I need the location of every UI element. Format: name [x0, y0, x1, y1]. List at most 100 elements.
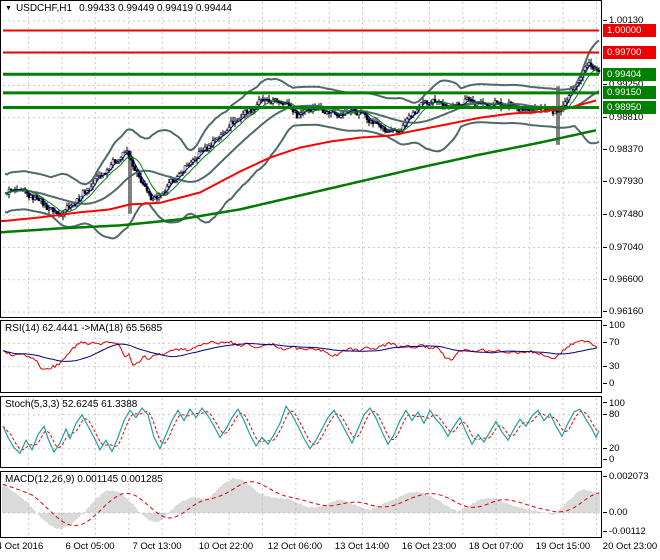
stoch-tick-label: 0 [603, 454, 614, 466]
candle-body [27, 193, 31, 198]
candle-body [587, 62, 591, 66]
candle-body [563, 101, 567, 106]
candle-body [191, 159, 195, 163]
candle-body [83, 190, 87, 194]
price-tick-label: 0.96160 [603, 306, 643, 318]
time-axis-label: 12 Oct 06:00 [267, 541, 323, 552]
candle-body [179, 172, 183, 175]
candle-body [147, 190, 151, 194]
candle-body [465, 97, 469, 100]
price-tick-label: 0.98370 [603, 144, 643, 156]
candle-body [43, 204, 47, 207]
price-level-badge: 1.00000 [603, 23, 656, 37]
candle-body [215, 137, 219, 140]
candle-body [387, 131, 391, 133]
chart-window: ▼ USDCHF,H1 0.99433 0.99449 0.99419 0.9944… [0, 0, 660, 560]
candle-body [193, 158, 197, 161]
macd-label: MACD(12,26,9) 0.001145 0.001285 [5, 474, 163, 485]
candle-body [301, 110, 305, 113]
candle-body [67, 205, 71, 208]
candle-body [141, 181, 145, 185]
candle-body [367, 119, 371, 123]
candle-body [397, 131, 401, 133]
candle-body [97, 175, 101, 177]
candle-body [385, 131, 389, 133]
candle-body [293, 110, 297, 113]
time-axis-label: 16 Oct 23:00 [401, 541, 457, 552]
time-axis-label: 7 Oct 13:00 [132, 541, 182, 552]
symbol-dropdown-icon[interactable]: ▼ [5, 5, 12, 12]
stoch-tick-label: 80 [603, 409, 620, 421]
candle-body [47, 208, 51, 211]
stoch-tick-label: 100 [603, 398, 625, 410]
time-axis-label: 6 Oct 05:00 [65, 541, 115, 552]
macd-tick-label: 0.00 [603, 507, 628, 519]
candle-body [229, 120, 233, 128]
candle-body [77, 198, 81, 201]
candle-body [277, 101, 281, 103]
macd-tick-label: -0.00112 [603, 526, 646, 538]
candle-body [221, 133, 225, 136]
candle-body [259, 98, 263, 101]
candle-body [107, 169, 111, 171]
candle-body [585, 64, 589, 68]
time-axis-label: 18 Oct 07:00 [468, 541, 524, 552]
price-tick-label: 0.97040 [603, 242, 643, 254]
time-axis-label: 19 Oct 15:00 [535, 541, 591, 552]
candle-body [337, 115, 341, 118]
candle-body [161, 191, 165, 194]
candle-body [419, 102, 423, 107]
rsi-tick-label: 30 [603, 361, 620, 373]
candle-body [129, 157, 133, 161]
candle-body [455, 102, 459, 105]
candle-body [421, 101, 425, 103]
candle-body [133, 166, 137, 171]
candle-body [185, 164, 189, 167]
candle-body [125, 150, 129, 153]
price-level-badge: 0.99700 [603, 45, 656, 59]
candle-body [427, 103, 431, 106]
price-tick-label: 0.97930 [603, 176, 643, 188]
candle-body [81, 190, 85, 197]
candle-body [37, 198, 41, 202]
stochastic-label: Stoch(5,3,3) 52.6245 61.3388 [5, 399, 138, 410]
ohlc-quote: 0.99433 0.99449 0.99419 0.99444 [79, 3, 232, 14]
candle-body [323, 112, 327, 115]
main-chart-canvas[interactable] [0, 0, 602, 318]
candle-body [9, 189, 13, 191]
candle-body [273, 98, 277, 100]
candle-body [565, 99, 569, 103]
candle-body [403, 122, 407, 126]
price-tick-label: 0.97480 [603, 209, 643, 221]
time-axis-label: 10 Oct 22:00 [198, 541, 254, 552]
candle-body [409, 115, 413, 118]
panel-background [0, 0, 602, 318]
symbol-period-label: USDCHF,H1 [15, 3, 73, 14]
candle-body [597, 69, 601, 72]
price-tick-label: 0.96600 [603, 274, 643, 286]
candle-body [113, 159, 117, 163]
candle-body [413, 111, 417, 114]
time-axis-label: 4 Oct 2016 [0, 541, 44, 552]
price-scale-column[interactable]: 1.001300.996900.992500.988100.983700.979… [602, 0, 660, 560]
candle-body [169, 178, 173, 183]
rsi-label: RSI(14) 62.4441 ->MA(18) 65.5685 [5, 323, 163, 334]
candle-body [123, 150, 127, 153]
stoch-tick-label: 20 [603, 443, 620, 455]
candle-body [199, 150, 203, 153]
candle-body [231, 120, 235, 124]
price-level-badge: 0.98950 [603, 100, 656, 114]
candle-body [65, 205, 69, 211]
candle-body [297, 114, 301, 119]
price-level-badge: 0.99404 [603, 67, 656, 81]
candle-body [381, 127, 385, 129]
time-scale[interactable]: 4 Oct 2016 6 Oct 05:00 7 Oct 13:00 10 Oct 2… [0, 538, 660, 560]
chart-header: ▼ USDCHF,H1 0.99433 0.99449 0.99419 0.9944… [5, 3, 232, 14]
candle-body [591, 66, 595, 70]
candle-body [111, 159, 115, 166]
rsi-tick-label: 0 [603, 378, 614, 390]
candle-body [519, 109, 523, 112]
candle-body [177, 173, 181, 177]
candle-body [95, 175, 99, 179]
candle-body [53, 211, 57, 213]
